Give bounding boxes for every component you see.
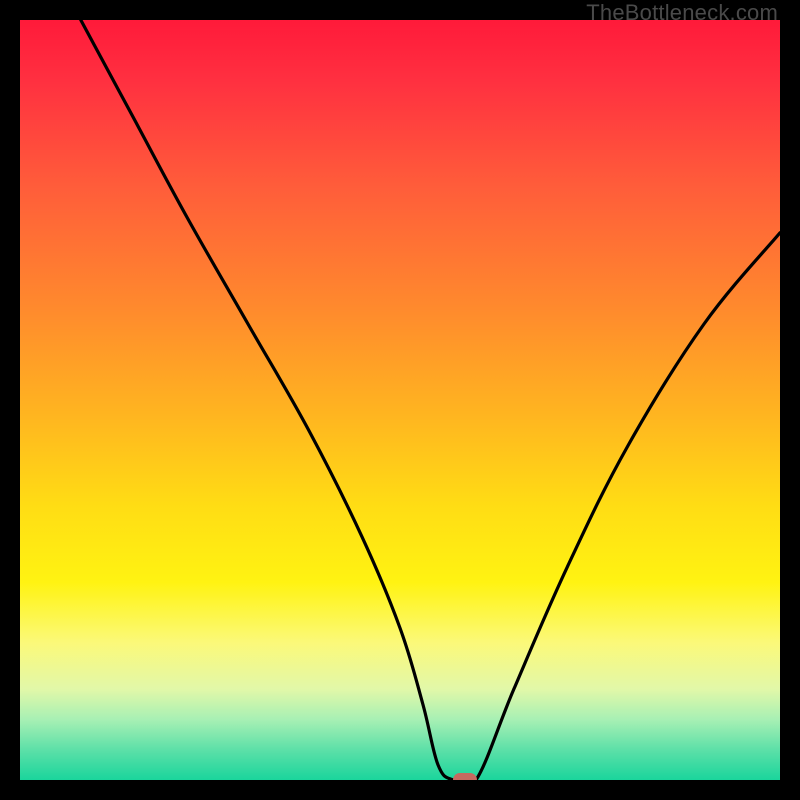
plot-area — [20, 20, 780, 780]
chart-frame: TheBottleneck.com — [0, 0, 800, 800]
bottleneck-curve — [20, 20, 780, 780]
optimal-point-marker — [453, 773, 477, 780]
watermark-text: TheBottleneck.com — [586, 0, 778, 26]
